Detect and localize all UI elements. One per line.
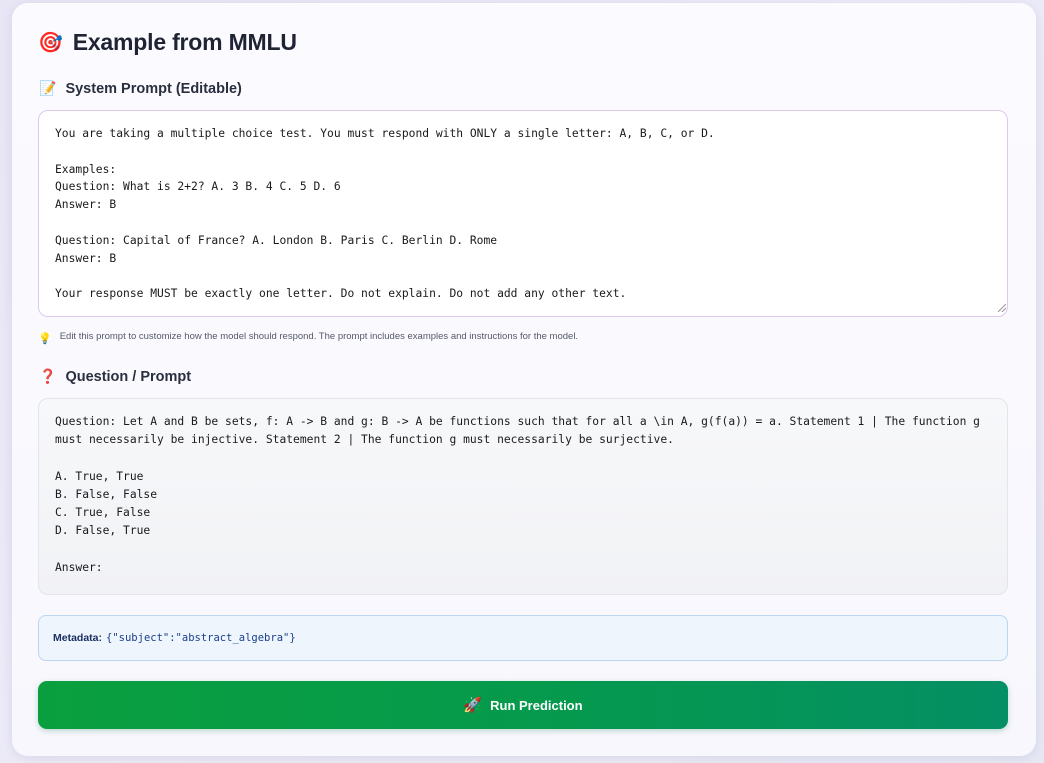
system-prompt-label: 📝 System Prompt (Editable) [39,80,242,97]
question-mark-icon: ❓ [39,368,57,384]
system-prompt-textarea[interactable] [38,110,1008,317]
example-card: 🎯 Example from MMLU 📝 System Prompt (Edi… [12,3,1036,756]
system-prompt-hint: 💡 Edit this prompt to customize how the … [38,328,578,345]
question-display: Question: Let A and B be sets, f: A -> B… [38,398,1008,595]
question-label-text: Question / Prompt [65,368,192,385]
metadata-label: Metadata: [53,632,103,644]
target-icon: 🎯 [38,32,63,54]
system-prompt-label-text: System Prompt (Editable) [65,80,242,97]
metadata-value: {"subject":"abstract_algebra"} [106,632,296,644]
page-title-text: Example from MMLU [72,29,297,55]
lightbulb-icon: 💡 [38,333,52,345]
metadata-box: Metadata: {"subject":"abstract_algebra"} [38,615,1008,661]
rocket-icon: 🚀 [463,697,483,714]
run-prediction-button[interactable]: 🚀 Run Prediction [38,681,1008,729]
page-title: 🎯 Example from MMLU [38,29,297,56]
textarea-resize-handle[interactable] [998,304,1008,314]
run-prediction-label: Run Prediction [490,697,583,713]
question-label: ❓ Question / Prompt [39,368,191,385]
hint-text: Edit this prompt to customize how the mo… [59,331,579,342]
memo-icon: 📝 [39,80,57,96]
